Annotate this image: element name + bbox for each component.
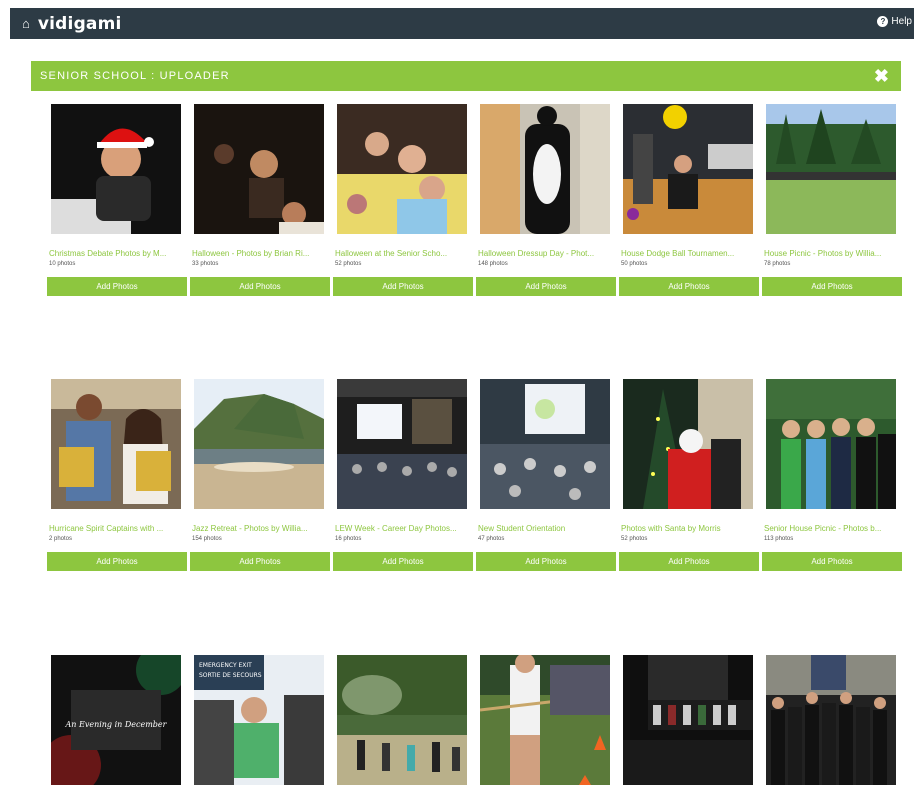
album-photo-count: 16 photos (335, 536, 362, 542)
album-thumbnail[interactable] (766, 655, 896, 785)
album-thumbnail[interactable]: An Evening in December (51, 655, 181, 785)
album-thumbnail[interactable] (480, 379, 610, 509)
album-title[interactable]: House Dodge Ball Tournamen... (621, 249, 758, 258)
album-thumbnail[interactable] (194, 104, 324, 234)
close-icon[interactable]: ✖ (874, 66, 889, 86)
add-photos-button[interactable]: Add Photos (47, 277, 187, 296)
album-thumbnail[interactable] (623, 104, 753, 234)
album-photo-count: 52 photos (335, 261, 362, 267)
album-thumbnail[interactable] (337, 379, 467, 509)
add-photos-button[interactable]: Add Photos (333, 277, 473, 296)
add-photos-button[interactable]: Add Photos (476, 552, 616, 571)
album-photo-count: 52 photos (621, 536, 648, 542)
home-icon[interactable]: ⌂ (22, 16, 30, 31)
album-title[interactable]: Halloween at the Senior Scho... (335, 249, 472, 258)
uploader-header-banner: SENIOR SCHOOL : UPLOADER ✖ (31, 61, 901, 91)
add-photos-button[interactable]: Add Photos (476, 277, 616, 296)
album-thumbnail[interactable] (337, 655, 467, 785)
album-thumbnail[interactable] (194, 379, 324, 509)
album-thumbnail[interactable] (51, 104, 181, 234)
add-photos-button[interactable]: Add Photos (190, 277, 330, 296)
help-link[interactable]: ? Help (877, 16, 912, 27)
add-photos-button[interactable]: Add Photos (190, 552, 330, 571)
album-thumbnail[interactable] (337, 104, 467, 234)
bottom-thumb-caption: An Evening in December (65, 720, 168, 729)
album-thumbnail[interactable] (623, 379, 753, 509)
add-photos-button[interactable]: Add Photos (333, 552, 473, 571)
album-photo-count: 47 photos (478, 536, 505, 542)
page-title: SENIOR SCHOOL : UPLOADER (40, 70, 230, 82)
question-circle-icon: ? (877, 16, 889, 27)
album-thumbnail[interactable]: EMERGENCY EXIT SORTIE DE SECOURS (194, 655, 324, 785)
svg-text:EMERGENCY EXIT: EMERGENCY EXIT (199, 662, 252, 669)
album-title[interactable]: New Student Orientation (478, 524, 615, 533)
album-photo-count: 78 photos (764, 261, 791, 267)
album-photo-count: 154 photos (192, 536, 222, 542)
album-thumbnail[interactable] (766, 104, 896, 234)
album-photo-count: 148 photos (478, 261, 508, 267)
add-photos-button[interactable]: Add Photos (619, 552, 759, 571)
album-title[interactable]: House Picnic - Photos by Willia... (764, 249, 901, 258)
album-photo-count: 10 photos (49, 261, 76, 267)
album-thumbnail[interactable] (623, 655, 753, 785)
album-title[interactable]: Photos with Santa by Morris (621, 524, 758, 533)
album-title[interactable]: Senior House Picnic - Photos b... (764, 524, 901, 533)
album-thumbnail[interactable] (766, 379, 896, 509)
album-photo-count: 33 photos (192, 261, 219, 267)
album-title[interactable]: Christmas Debate Photos by M... (49, 249, 186, 258)
album-title[interactable]: Hurricane Spirit Captains with ... (49, 524, 186, 533)
brand-logo[interactable]: vidigami (38, 14, 122, 34)
add-photos-button[interactable]: Add Photos (762, 277, 902, 296)
top-navigation-bar: ⌂ vidigami ? Help (10, 8, 914, 39)
album-photo-count: 113 photos (764, 536, 794, 542)
album-photo-count: 2 photos (49, 536, 73, 542)
help-label: Help (891, 16, 912, 27)
album-title[interactable]: Halloween Dressup Day - Phot... (478, 249, 615, 258)
album-title[interactable]: LEW Week - Career Day Photos... (335, 524, 472, 533)
svg-text:SORTIE DE SECOURS: SORTIE DE SECOURS (199, 672, 262, 679)
album-thumbnail[interactable] (480, 104, 610, 234)
album-photo-count: 50 photos (621, 261, 648, 267)
album-thumbnail[interactable] (480, 655, 610, 785)
add-photos-button[interactable]: Add Photos (619, 277, 759, 296)
album-title[interactable]: Halloween - Photos by Brian Ri... (192, 249, 329, 258)
add-photos-button[interactable]: Add Photos (762, 552, 902, 571)
album-title[interactable]: Jazz Retreat - Photos by Willia... (192, 524, 329, 533)
add-photos-button[interactable]: Add Photos (47, 552, 187, 571)
album-thumbnail[interactable] (51, 379, 181, 509)
